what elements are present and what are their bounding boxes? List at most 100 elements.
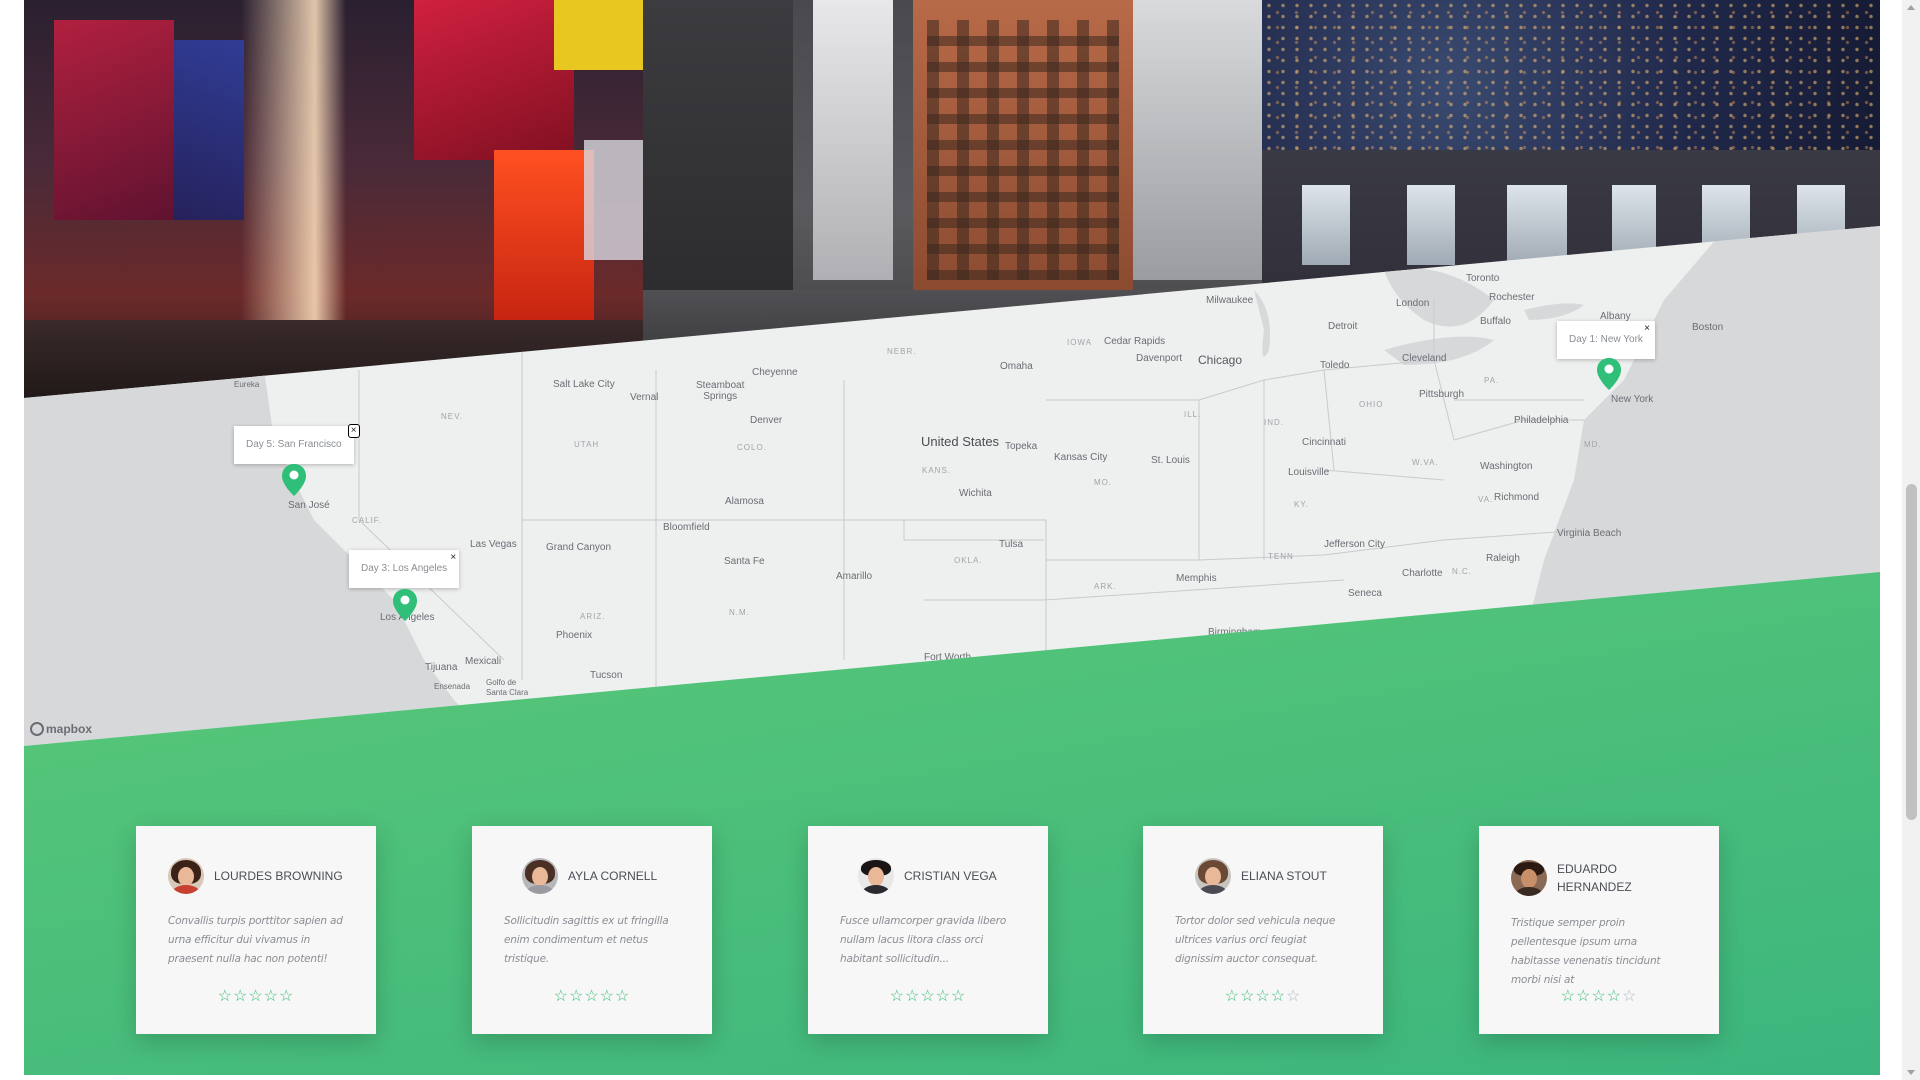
avatar [522,858,558,894]
city-label: Mexicali [465,656,502,667]
state-label: CALIF. [352,516,383,525]
country-label: United States [921,434,1000,449]
city-label: Cedar Rapids [1104,336,1166,347]
mapbox-logo-icon [30,722,44,736]
city-label: Phoenix [556,630,593,641]
testimonial-card: CRISTIAN VEGA Fusce ullamcorper gravida … [808,826,1048,1034]
map-marker-icon[interactable] [281,463,307,497]
state-label: MO. [1094,478,1113,487]
city-label: Salt Lake City [553,379,615,390]
scroll-up-arrow-icon[interactable] [1907,5,1915,10]
state-label: KY. [1294,500,1309,509]
city-label: Santa Fe [724,556,765,567]
map-popup-new-york: Day 1: New York × [1557,321,1655,359]
city-label: Birmingham [1208,627,1262,638]
star-rating: ☆☆☆☆☆ [1560,988,1638,1005]
city-label: Charlotte [1402,568,1443,579]
state-label: UTAH [574,440,600,449]
map-marker-icon[interactable] [392,588,418,622]
page-scrollbar[interactable] [1902,0,1920,1080]
city-label: Detroit [1328,321,1358,332]
map-marker-icon[interactable] [1596,357,1622,391]
star-rating: ☆☆☆☆☆ [217,988,295,1005]
testimonial-card: AYLA CORNELL Sollicitudin sagittis ex ut… [472,826,712,1034]
testimonial-card: LOURDES BROWNING Convallis turpis portti… [136,826,376,1034]
state-label: PA. [1484,376,1500,385]
state-label: NEBR. [887,347,917,356]
state-label: VA. [1478,495,1494,504]
map-popup-los-angeles: Day 3: Los Angeles × [349,550,460,588]
popup-close-button[interactable]: × [450,552,456,564]
city-label: Pittsburgh [1419,389,1465,400]
star-rating: ☆☆☆☆☆ [1224,988,1302,1005]
testimonial-quote: Tortor dolor sed vehicula neque ultrices… [1175,915,1336,965]
city-label: Alamosa [725,496,764,507]
city-label: Cheyenne [752,367,798,378]
testimonial-quote: Tristique semper proin pellentesque ipsu… [1511,917,1661,986]
testimonial-card: ELIANA STOUT Tortor dolor sed vehicula n… [1143,826,1383,1034]
star-rating: ☆☆☆☆☆ [553,988,631,1005]
city-label: Jefferson City [1324,539,1385,550]
city-label: London [1396,298,1430,309]
state-label: OHIO [1359,400,1384,409]
state-label: MD. [1584,440,1602,449]
city-label: Philadelphia [1514,415,1569,426]
city-label: Toronto [1466,273,1500,284]
scroll-down-arrow-icon[interactable] [1907,1070,1915,1075]
testimonial-quote: Sollicitudin sagittis ex ut fringilla en… [504,915,669,965]
city-label: Seneca [1348,588,1382,599]
city-label: Cincinnati [1302,437,1346,448]
city-label: Memphis [1176,573,1217,584]
star-rating: ☆☆☆☆☆ [889,988,967,1005]
city-label: Vernal [630,392,659,403]
mapbox-attribution[interactable]: mapbox [30,722,92,736]
city-label: Steamboat Springs [696,380,745,402]
state-label: KANS. [922,466,952,475]
state-label: TENN [1268,552,1294,561]
city-label: St. Louis [1151,455,1190,466]
state-label: NEV. [441,412,463,421]
city-label: Davenport [1136,353,1183,364]
city-label: Washington [1480,461,1533,472]
city-label: Ensenada [434,682,471,691]
reviewer-name: ELIANA STOUT [1241,869,1327,883]
state-label: ARIZ. [580,612,606,621]
popup-close-button[interactable]: × [347,424,360,438]
testimonial-quote: Fusce ullamcorper gravida libero nullam … [840,915,1007,965]
city-label: Wichita [959,488,992,499]
city-label: Louisville [1288,467,1330,478]
testimonial-card: EDUARDO HERNANDEZ Tristique semper proin… [1479,826,1719,1034]
city-label: Denver [750,415,783,426]
city-label: Golfo de Santa Clara [486,678,529,697]
city-label: Las Vegas [470,539,517,550]
avatar [168,858,204,894]
avatar [858,858,894,894]
testimonial-quote: Convallis turpis porttitor sapien ad urn… [168,915,343,965]
scrollbar-thumb[interactable] [1906,484,1917,820]
city-label: New York [1611,394,1654,405]
city-label: Rochester [1489,292,1535,303]
city-label: Bloomfield [663,522,710,533]
city-label: Tijuana [425,662,458,673]
city-label: Fort Worth [924,652,972,663]
state-label: N.M. [729,608,750,617]
state-label: N.C. [1452,567,1472,576]
city-label: Richmond [1494,492,1540,503]
city-label: San José [288,500,330,511]
avatar [1195,858,1231,894]
city-label: Raleigh [1486,553,1520,564]
city-label: Amarillo [836,571,873,582]
city-label: Toledo [1320,360,1350,371]
reviewer-name: AYLA CORNELL [568,869,658,883]
popup-close-button[interactable]: × [1644,323,1650,335]
reviewer-name: LOURDES BROWNING [214,869,343,883]
city-label: Tulsa [999,539,1024,550]
city-label: Tucson [590,670,623,681]
city-label: Boston [1692,322,1724,333]
reviewer-name: EDUARDO HERNANDEZ [1557,862,1632,894]
testimonial-cards: LOURDES BROWNING Convallis turpis portti… [0,826,1920,1036]
city-label: Virginia Beach [1557,528,1622,539]
city-label: Grand Canyon [546,542,612,553]
state-label: W.VA. [1412,458,1439,467]
city-label: Milwaukee [1206,295,1254,306]
